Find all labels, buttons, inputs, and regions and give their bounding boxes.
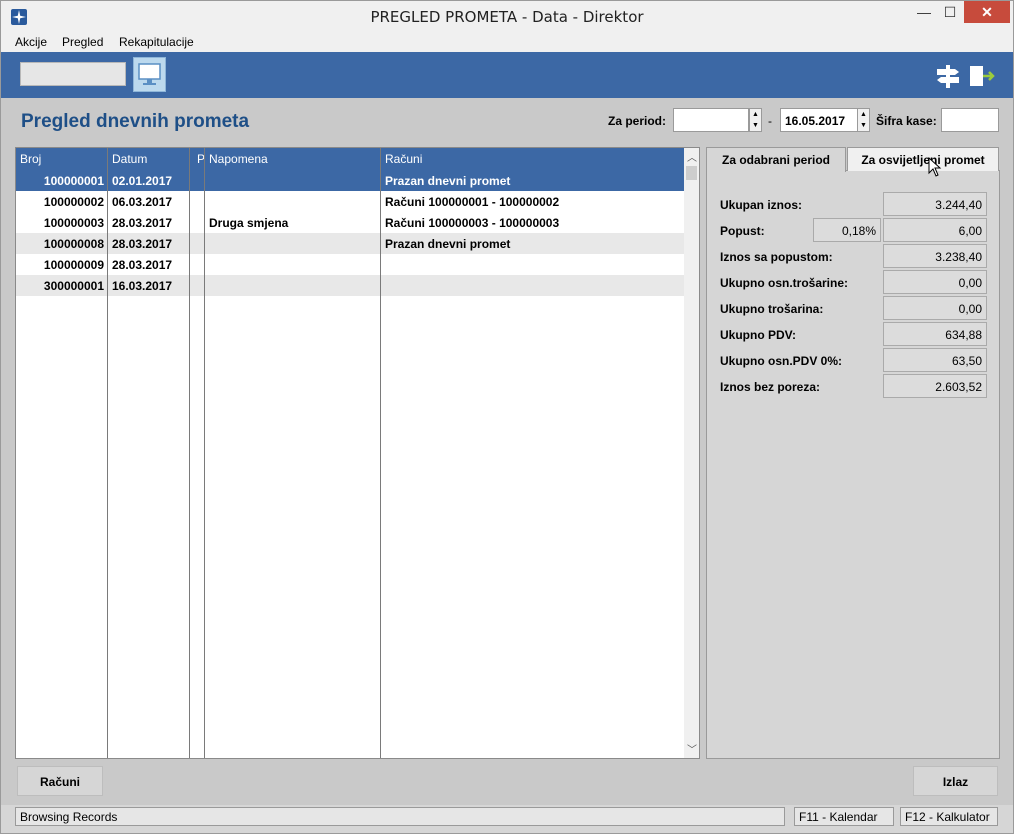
- bez-poreza-value: 2.603,52: [883, 374, 987, 398]
- status-f11-kalendar[interactable]: F11 - Kalendar: [794, 807, 894, 826]
- cell-racuni: Računi 100000003 - 100000003: [385, 216, 560, 230]
- window-title: PREGLED PROMETA - Data - Direktor: [370, 8, 644, 26]
- iznos-sa-popustom-label: Iznos sa popustom:: [720, 250, 833, 264]
- pdv-value: 634,88: [883, 322, 987, 346]
- monitor-button[interactable]: [133, 57, 166, 92]
- column-divider: [204, 148, 205, 758]
- period-dash: -: [768, 114, 772, 128]
- cell-datum: 06.03.2017: [112, 195, 173, 209]
- osn-trosarine-value: 0,00: [883, 270, 987, 294]
- table-row[interactable]: 100000003 28.03.2017 Druga smjena Računi…: [16, 212, 684, 233]
- cell-datum: 28.03.2017: [112, 237, 173, 251]
- racuni-button[interactable]: Računi: [17, 766, 103, 796]
- cell-datum: 16.03.2017: [112, 279, 173, 293]
- table-row[interactable]: 300000001 16.03.2017: [16, 275, 684, 296]
- scroll-up-icon[interactable]: ︿: [684, 149, 699, 164]
- cell-broj: 100000008: [43, 237, 104, 251]
- cell-broj: 300000001: [43, 279, 104, 293]
- title-bar: PREGLED PROMETA - Data - Direktor — ☐ ✕: [1, 1, 1013, 32]
- cell-napomena: Druga smjena: [209, 216, 289, 230]
- ukupan-iznos-value: 3.244,40: [883, 192, 987, 216]
- status-mode: Browsing Records: [15, 807, 785, 826]
- exit-icon[interactable]: [969, 64, 995, 88]
- sifra-kase-input[interactable]: [941, 108, 999, 132]
- records-grid[interactable]: Broj Datum P Napomena Računi 100000001 0…: [15, 147, 700, 759]
- popust-percent: 0,18%: [813, 218, 881, 242]
- table-row[interactable]: 100000008 28.03.2017 Prazan dnevni prome…: [16, 233, 684, 254]
- spin-down-icon[interactable]: ▼: [858, 120, 869, 131]
- cell-racuni: Računi 100000001 - 100000002: [385, 195, 560, 209]
- period-label: Za period:: [608, 114, 667, 128]
- cell-datum: 28.03.2017: [112, 258, 173, 272]
- cell-datum: 28.03.2017: [112, 216, 173, 230]
- sifra-kase-label: Šifra kase:: [876, 114, 937, 128]
- osn-pdv0-value: 63,50: [883, 348, 987, 372]
- close-button[interactable]: ✕: [964, 1, 1010, 23]
- tab-za-osvijetljeni-promet[interactable]: Za osvijetljeni promet: [847, 147, 999, 171]
- column-header-racuni[interactable]: Računi: [385, 152, 422, 166]
- cell-datum: 02.01.2017: [112, 174, 173, 188]
- main-window: PREGLED PROMETA - Data - Direktor — ☐ ✕ …: [0, 0, 1014, 834]
- column-divider: [107, 148, 108, 758]
- popust-value: 6,00: [883, 218, 987, 242]
- scroll-down-icon[interactable]: ﹀: [684, 741, 699, 756]
- status-bar: Browsing Records F11 - Kalendar F12 - Ka…: [1, 805, 1013, 833]
- maximize-button[interactable]: ☐: [937, 1, 963, 23]
- column-divider: [380, 148, 381, 758]
- table-row[interactable]: 100000009 28.03.2017: [16, 254, 684, 275]
- trosarina-value: 0,00: [883, 296, 987, 320]
- toolbar-search-field[interactable]: [20, 62, 126, 86]
- column-header-datum[interactable]: Datum: [112, 152, 147, 166]
- osn-trosarine-label: Ukupno osn.trošarine:: [720, 276, 849, 290]
- ukupan-iznos-label: Ukupan iznos:: [720, 198, 803, 212]
- popust-label: Popust:: [720, 224, 765, 238]
- page-title: Pregled dnevnih prometa: [21, 111, 250, 132]
- menu-pregled[interactable]: Pregled: [62, 35, 103, 49]
- cell-broj: 100000002: [43, 195, 104, 209]
- osn-pdv0-label: Ukupno osn.PDV 0%:: [720, 354, 843, 368]
- signpost-icon[interactable]: [935, 64, 961, 88]
- pdv-label: Ukupno PDV:: [720, 328, 797, 342]
- scrollbar-thumb[interactable]: [686, 166, 697, 180]
- cell-broj: 100000001: [43, 174, 104, 188]
- monitor-icon: [138, 63, 161, 85]
- izlaz-button[interactable]: Izlaz: [913, 766, 998, 796]
- toolbar: [1, 52, 1013, 98]
- trosarina-label: Ukupno trošarina:: [720, 302, 824, 316]
- cell-broj: 100000009: [43, 258, 104, 272]
- period-from-spinner[interactable]: ▲ ▼: [749, 108, 762, 132]
- table-row[interactable]: 100000002 06.03.2017 Računi 100000001 - …: [16, 191, 684, 212]
- iznos-sa-popustom-value: 3.238,40: [883, 244, 987, 268]
- spin-down-icon[interactable]: ▼: [750, 120, 761, 131]
- cell-racuni: Prazan dnevni promet: [385, 237, 511, 251]
- cell-broj: 100000003: [43, 216, 104, 230]
- tab-za-odabrani-period[interactable]: Za odabrani period: [706, 147, 846, 172]
- column-header-napomena[interactable]: Napomena: [209, 152, 268, 166]
- menu-rekapitulacije[interactable]: Rekapitulacije: [119, 35, 194, 49]
- column-header-broj[interactable]: Broj: [20, 152, 41, 166]
- cell-racuni: Prazan dnevni promet: [385, 174, 511, 188]
- period-from-input[interactable]: [673, 108, 749, 132]
- mouse-cursor-icon: [928, 157, 942, 177]
- period-to-spinner[interactable]: ▲ ▼: [857, 108, 870, 132]
- spin-up-icon[interactable]: ▲: [750, 109, 761, 120]
- grid-header: Broj Datum P Napomena Računi: [16, 148, 684, 170]
- menu-akcije[interactable]: Akcije: [15, 35, 47, 49]
- status-f12-kalkulator[interactable]: F12 - Kalkulator: [900, 807, 998, 826]
- period-to-input[interactable]: 16.05.2017: [780, 108, 858, 132]
- spin-up-icon[interactable]: ▲: [858, 109, 869, 120]
- minimize-button[interactable]: —: [911, 1, 937, 23]
- bez-poreza-label: Iznos bez poreza:: [720, 380, 821, 394]
- table-row[interactable]: 100000001 02.01.2017 Prazan dnevni prome…: [16, 170, 684, 191]
- column-divider: [189, 148, 190, 758]
- grid-vertical-scrollbar[interactable]: ︿ ﹀: [684, 148, 699, 758]
- menu-bar: Akcije Pregled Rekapitulacije: [1, 32, 1013, 52]
